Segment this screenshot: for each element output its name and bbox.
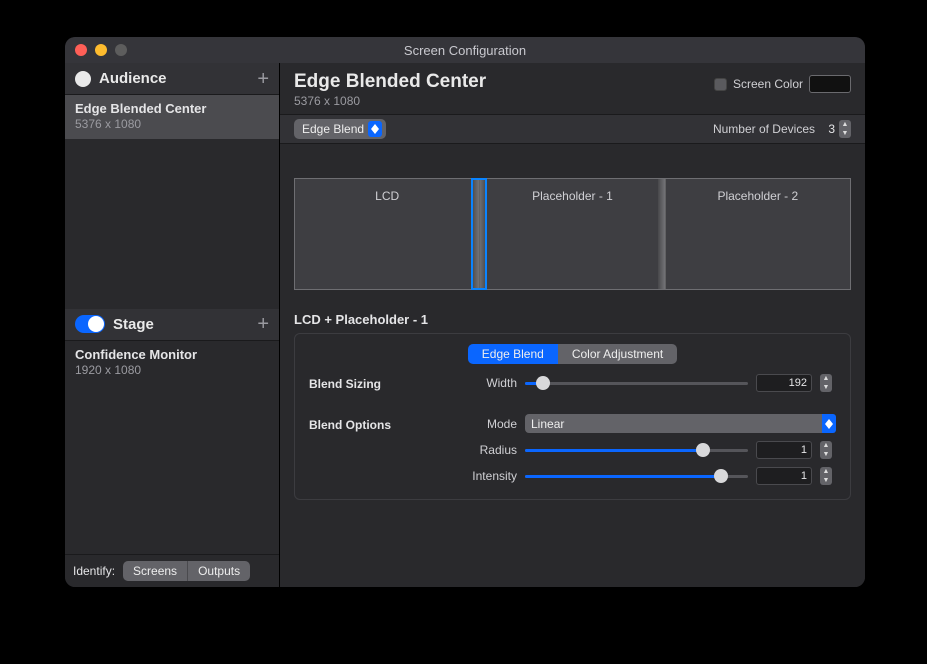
identify-label: Identify: bbox=[73, 564, 115, 578]
window: Screen Configuration Audience + Edge Ble… bbox=[65, 37, 865, 587]
window-body: Audience + Edge Blended Center 5376 x 10… bbox=[65, 63, 865, 587]
main-toolbar: Edge Blend Number of Devices 3 ▲ ▼ bbox=[280, 114, 865, 144]
audience-icon bbox=[75, 71, 91, 87]
chevron-down-icon: ▼ bbox=[820, 450, 832, 459]
stage-label: Stage bbox=[113, 316, 257, 333]
blend-sizing-heading: Blend Sizing bbox=[309, 375, 449, 391]
sidebar-header-stage: Stage + bbox=[65, 309, 279, 341]
width-slider[interactable] bbox=[525, 382, 748, 385]
sidebar-spacer-audience bbox=[65, 139, 279, 309]
preview-screen-label: Placeholder - 1 bbox=[480, 189, 664, 203]
identify-segment: Screens Outputs bbox=[123, 561, 250, 581]
devices-stepper-arrows[interactable]: ▲ ▼ bbox=[839, 120, 851, 138]
popup-arrows-icon bbox=[822, 414, 836, 433]
screen-color-swatch[interactable] bbox=[809, 75, 851, 93]
sidebar-item-title: Confidence Monitor bbox=[75, 347, 269, 362]
preview-screen-label: Placeholder - 2 bbox=[666, 189, 850, 203]
blend-tab-segment: Edge Blend Color Adjustment bbox=[468, 344, 677, 364]
intensity-field[interactable] bbox=[756, 467, 812, 485]
close-button[interactable] bbox=[75, 44, 87, 56]
screen-layout-preview: LCD Placeholder - 1 Placeholder - 2 bbox=[294, 178, 851, 290]
blend-panel: Edge Blend Color Adjustment Blend Sizing… bbox=[294, 333, 851, 500]
screen-color-checkbox[interactable] bbox=[714, 78, 727, 91]
mode-popup[interactable]: Edge Blend bbox=[294, 119, 386, 139]
main-header: Edge Blended Center 5376 x 1080 Screen C… bbox=[280, 63, 865, 114]
chevron-up-icon: ▲ bbox=[820, 374, 832, 383]
mode-select-value: Linear bbox=[525, 414, 822, 433]
radius-label: Radius bbox=[457, 443, 517, 457]
chevron-down-icon: ▼ bbox=[820, 476, 832, 485]
popup-arrows-icon bbox=[368, 121, 382, 137]
minimize-button[interactable] bbox=[95, 44, 107, 56]
screen-color-label: Screen Color bbox=[733, 77, 803, 91]
audience-label: Audience bbox=[99, 70, 257, 87]
width-label: Width bbox=[457, 376, 517, 390]
identify-screens-button[interactable]: Screens bbox=[123, 561, 187, 581]
sidebar-item-sub: 1920 x 1080 bbox=[75, 363, 269, 377]
chevron-up-icon: ▲ bbox=[839, 120, 851, 129]
page-subtitle: 5376 x 1080 bbox=[294, 94, 486, 108]
preview-screen-placeholder-1[interactable]: Placeholder - 1 bbox=[480, 179, 665, 289]
toolbar-right: Number of Devices 3 ▲ ▼ bbox=[713, 120, 851, 138]
radius-slider[interactable] bbox=[525, 449, 748, 452]
sidebar: Audience + Edge Blended Center 5376 x 10… bbox=[65, 63, 280, 587]
identify-outputs-button[interactable]: Outputs bbox=[187, 561, 250, 581]
sidebar-item-sub: 5376 x 1080 bbox=[75, 117, 269, 131]
main-header-left: Edge Blended Center 5376 x 1080 bbox=[294, 71, 486, 108]
radius-stepper[interactable]: ▲ ▼ bbox=[820, 441, 832, 459]
width-field[interactable] bbox=[756, 374, 812, 392]
zoom-button[interactable] bbox=[115, 44, 127, 56]
mode-popup-label: Edge Blend bbox=[302, 122, 364, 136]
blend-options-heading: Blend Options bbox=[309, 416, 449, 432]
preview-screen-label: LCD bbox=[295, 189, 479, 203]
chevron-up-icon: ▲ bbox=[820, 441, 832, 450]
sidebar-header-audience: Audience + bbox=[65, 63, 279, 95]
width-stepper[interactable]: ▲ ▼ bbox=[820, 374, 832, 392]
mode-select[interactable]: Linear bbox=[525, 414, 836, 433]
add-stage-button[interactable]: + bbox=[257, 314, 269, 334]
titlebar: Screen Configuration bbox=[65, 37, 865, 63]
add-audience-button[interactable]: + bbox=[257, 69, 269, 89]
main-pane: Edge Blended Center 5376 x 1080 Screen C… bbox=[280, 63, 865, 587]
identify-bar: Identify: Screens Outputs bbox=[65, 554, 279, 587]
intensity-slider[interactable] bbox=[525, 475, 748, 478]
intensity-stepper[interactable]: ▲ ▼ bbox=[820, 467, 832, 485]
traffic-lights bbox=[75, 44, 127, 56]
intensity-label: Intensity bbox=[457, 469, 517, 483]
sidebar-item-title: Edge Blended Center bbox=[75, 101, 269, 116]
devices-label: Number of Devices bbox=[713, 122, 815, 136]
devices-value: 3 bbox=[821, 122, 835, 136]
page-title: Edge Blended Center bbox=[294, 71, 486, 93]
chevron-up-icon: ▲ bbox=[820, 467, 832, 476]
chevron-down-icon: ▼ bbox=[820, 383, 832, 392]
devices-stepper: 3 ▲ ▼ bbox=[821, 120, 851, 138]
sidebar-item-edge-blended[interactable]: Edge Blended Center 5376 x 1080 bbox=[65, 95, 279, 139]
blend-tab-row: Edge Blend Color Adjustment bbox=[309, 344, 836, 364]
mode-label: Mode bbox=[457, 417, 517, 431]
chevron-down-icon: ▼ bbox=[839, 129, 851, 138]
selection-title: LCD + Placeholder - 1 bbox=[280, 308, 865, 333]
sidebar-item-confidence[interactable]: Confidence Monitor 1920 x 1080 bbox=[65, 341, 279, 385]
preview-screen-lcd[interactable]: LCD bbox=[295, 179, 480, 289]
window-title: Screen Configuration bbox=[65, 43, 865, 58]
tab-color-adjustment[interactable]: Color Adjustment bbox=[558, 344, 677, 364]
preview-screen-placeholder-2[interactable]: Placeholder - 2 bbox=[666, 179, 850, 289]
preview-area: LCD Placeholder - 1 Placeholder - 2 bbox=[280, 144, 865, 308]
blend-form: Blend Sizing Width ▲ ▼ Blend Options Mod… bbox=[309, 374, 836, 485]
sidebar-spacer-stage bbox=[65, 385, 279, 555]
radius-field[interactable] bbox=[756, 441, 812, 459]
tab-edge-blend[interactable]: Edge Blend bbox=[468, 344, 558, 364]
blend-region-selected[interactable] bbox=[472, 179, 486, 289]
stage-toggle[interactable] bbox=[75, 315, 105, 333]
screen-color-group: Screen Color bbox=[714, 75, 851, 93]
